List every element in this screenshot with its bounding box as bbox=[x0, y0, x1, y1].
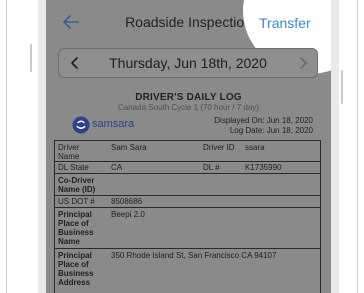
navigation-bar: Roadside Inspection Transfer bbox=[46, 0, 331, 74]
left-background-strip bbox=[0, 0, 38, 293]
usdot-value: 8508686 bbox=[111, 197, 143, 206]
driver-name-label: Driver Name bbox=[58, 143, 80, 161]
phone-screen: Roadside Inspection Transfer Thursday, J… bbox=[46, 0, 331, 293]
dl-number-value: K1735990 bbox=[245, 163, 282, 172]
transfer-button[interactable]: Transfer bbox=[259, 15, 311, 31]
usdot-label: US DOT # bbox=[58, 197, 95, 206]
driver-id-value: ssara bbox=[245, 143, 265, 152]
log-date: Log Date: Jun 18, 2020 bbox=[229, 126, 313, 135]
codriver-label: Co-Driver Name (ID) bbox=[58, 176, 96, 194]
table-row: DL State CA DL # K1735990 bbox=[55, 162, 320, 174]
table-row: US DOT # 8508686 bbox=[55, 196, 320, 208]
right-background-strip bbox=[339, 0, 364, 293]
ppb-address-value: 350 Rhode Island St, San Francisco CA 94… bbox=[111, 251, 277, 260]
left-side-notch bbox=[30, 44, 32, 72]
ppb-name-label: Principal Place of Business Name bbox=[58, 210, 94, 246]
ppb-name-value: Beepi 2.0 bbox=[111, 210, 145, 219]
phone-frame-right bbox=[331, 0, 339, 293]
dl-state-label: DL State bbox=[58, 163, 89, 172]
displayed-on: Displayed On: Jun 18, 2020 bbox=[214, 116, 313, 125]
phone-frame-left bbox=[38, 0, 46, 293]
chevron-right-icon[interactable] bbox=[297, 55, 309, 71]
right-border-line bbox=[357, 0, 358, 293]
driver-name-value: Sam Sara bbox=[111, 143, 147, 152]
table-row: Principal Place of Business Name Beepi 2… bbox=[55, 208, 320, 249]
dl-state-value: CA bbox=[111, 163, 123, 172]
table-row: Co-Driver Name (ID) bbox=[55, 174, 320, 196]
driver-id-label: Driver ID bbox=[203, 143, 235, 152]
log-details-table: Driver Name Sam Sara Driver ID ssara DL … bbox=[54, 140, 321, 293]
left-border-line bbox=[6, 0, 7, 293]
table-row: Driver Name Sam Sara Driver ID ssara bbox=[55, 141, 320, 162]
log-title: DRIVER'S DAILY LOG bbox=[135, 92, 242, 103]
selected-date: Thursday, Jun 18th, 2020 bbox=[109, 55, 267, 71]
ppb-address-label: Principal Place of Business Address bbox=[58, 251, 94, 287]
date-selector: Thursday, Jun 18th, 2020 bbox=[58, 48, 318, 78]
log-cycle: Canada South Cycle 1 (70 hour / 7 day) bbox=[118, 103, 259, 112]
brand-name: samsara bbox=[92, 118, 135, 130]
samsara-logo-icon bbox=[72, 116, 90, 134]
table-row: Principal Place of Business Address 350 … bbox=[55, 249, 320, 291]
dl-number-label: DL # bbox=[203, 163, 220, 172]
right-side-notch bbox=[341, 70, 343, 104]
